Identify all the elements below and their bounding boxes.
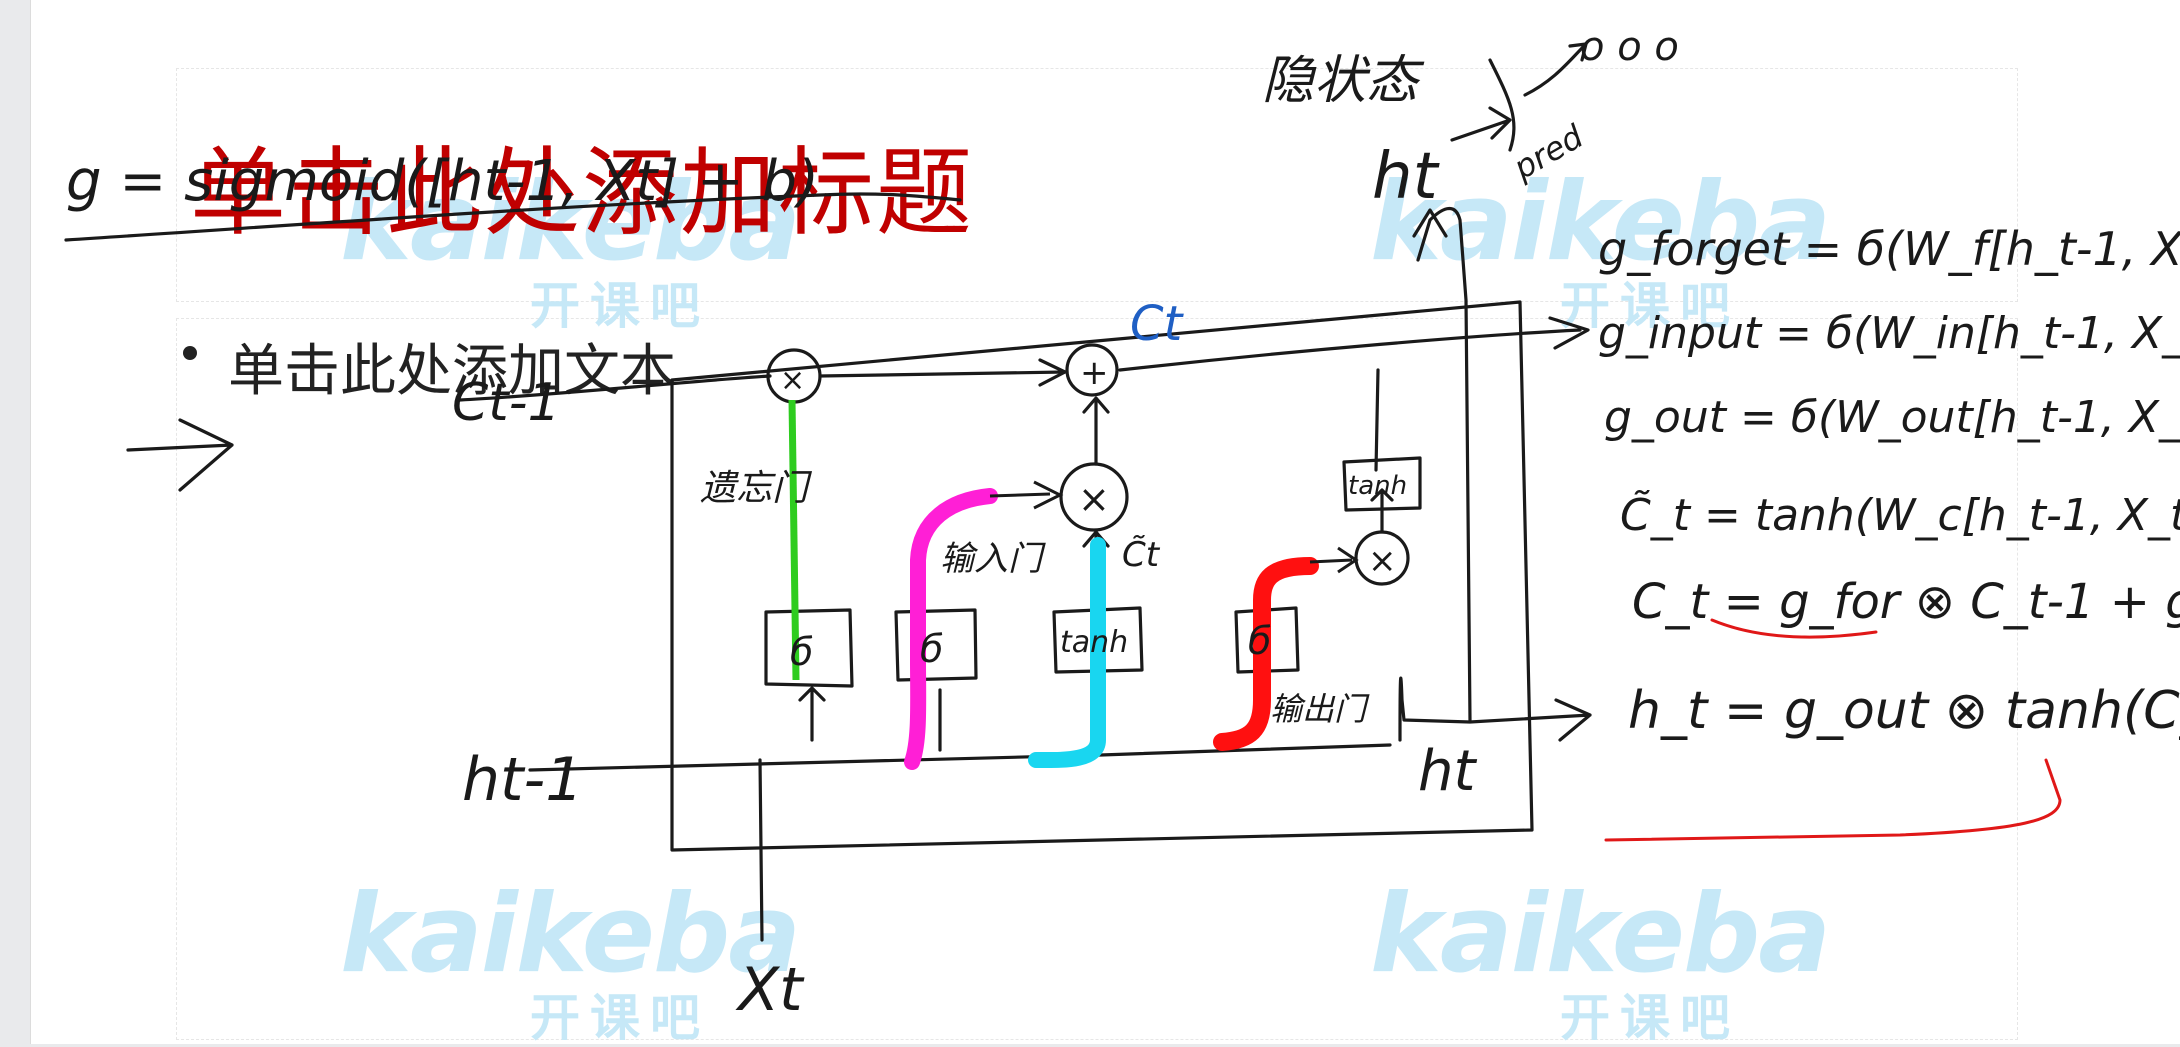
sigma-output: б bbox=[1248, 619, 1271, 663]
tanh-output-label: tanh bbox=[1348, 471, 1407, 501]
ht-underline bbox=[1604, 758, 2062, 842]
forget-times: × bbox=[780, 363, 805, 398]
equation-hidden: h_t = g_out ⊗ tanh(C_t) bbox=[1628, 681, 2180, 741]
ht-out-label: ht bbox=[1372, 140, 1441, 214]
hidden-state-label: 隐状态 bbox=[1262, 51, 1425, 111]
equation-forget: g_forget = б(W_f[h_t-1, X_t] + b_f) bbox=[1598, 222, 2180, 276]
output-gate-label: 输出门 bbox=[1270, 690, 1370, 728]
tanh-label: tanh bbox=[1060, 625, 1128, 660]
h-prev-label: ht-1 bbox=[462, 745, 583, 815]
pred-label: pred bbox=[1506, 117, 1590, 187]
add-plus: + bbox=[1080, 353, 1109, 393]
forget-gate-label: 遗忘门 bbox=[700, 468, 813, 509]
output-times: × bbox=[1368, 541, 1397, 581]
x-input-label: Xt bbox=[735, 955, 805, 1025]
equation-cell-state: C_t = g_for ⊗ C_t-1 + g_in ⊗ C̃_t bbox=[1632, 573, 2180, 630]
ink-layer: g = sigmoid([ht-1, Xt] + b) 隐状态 ht Ct Ct… bbox=[64, 24, 2180, 1025]
sigma-forget: б bbox=[790, 630, 813, 674]
equation-input: g_input = б(W_in[h_t-1, X_t] + b_in) bbox=[1598, 308, 2180, 359]
circles-label: o o o bbox=[1580, 24, 1679, 70]
slide-canvas: kaikeba 开课吧 kaikeba 开课吧 kaikeba 开课吧 kaik… bbox=[0, 0, 2180, 1046]
input-times: × bbox=[1078, 477, 1110, 521]
input-gate-label: 输入门 bbox=[940, 539, 1046, 579]
sigma-input: б bbox=[920, 627, 943, 671]
candidate-label: C̃t bbox=[1122, 535, 1161, 575]
c-prev-label: Ct-1 bbox=[452, 373, 561, 433]
arrow-left bbox=[126, 418, 234, 492]
equation-output: g_out = б(W_out[h_t-1, X_t] + b_out) bbox=[1604, 392, 2180, 443]
ct-out-arrow bbox=[1118, 316, 1590, 372]
ht-inner-label: ht bbox=[1418, 739, 1477, 804]
top-formula-label: g = sigmoid([ht-1, Xt] + b) bbox=[66, 149, 819, 214]
ct-top-label: Ct bbox=[1130, 296, 1185, 352]
equation-candidate: C̃_t = tanh(W_c[h_t-1, X_t] + b_c) bbox=[1620, 488, 2180, 541]
